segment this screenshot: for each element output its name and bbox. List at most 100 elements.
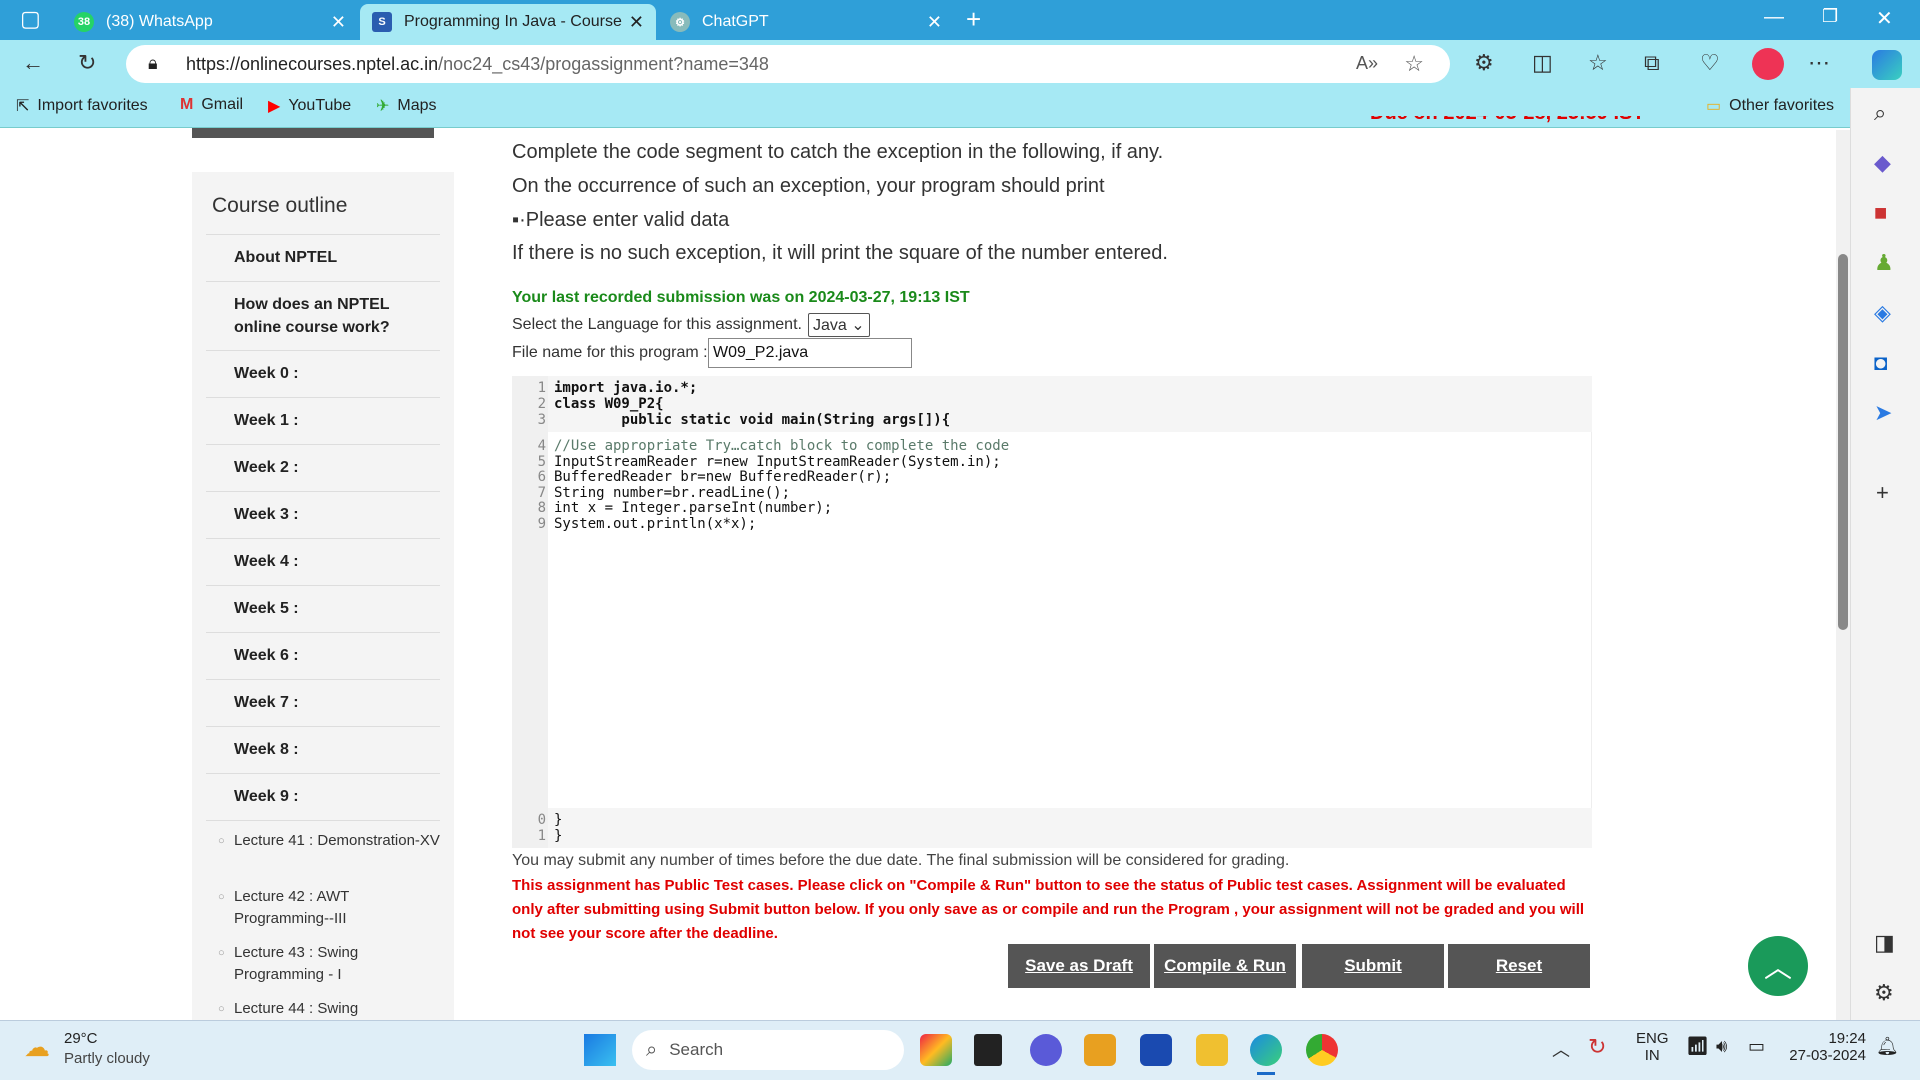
- outline-item[interactable]: Week 6 :: [206, 633, 440, 680]
- tab-whatsapp[interactable]: 38 (38) WhatsApp ✕: [62, 4, 358, 40]
- code-line: import java.io.*;: [554, 380, 698, 396]
- notification-bell-icon[interactable]: 🔔︎: [1876, 1036, 1899, 1057]
- windows-start-icon[interactable]: [584, 1034, 616, 1066]
- reset-button[interactable]: Reset: [1448, 944, 1590, 988]
- collections-icon[interactable]: ⧉: [1644, 50, 1660, 76]
- favorite-youtube[interactable]: ▶ YouTube: [268, 96, 351, 116]
- copilot-taskbar-icon[interactable]: [920, 1034, 952, 1066]
- star-icon[interactable]: ☆: [1404, 51, 1424, 77]
- lock-icon: 🔒︎: [148, 53, 158, 73]
- copilot-sidebar-icon[interactable]: ◈: [1874, 300, 1891, 326]
- favorites-icon[interactable]: ☆: [1588, 50, 1608, 76]
- outline-item[interactable]: Week 5 :: [206, 586, 440, 633]
- favorite-label: Import favorites: [37, 97, 148, 114]
- close-icon[interactable]: ✕: [927, 12, 942, 33]
- back-icon[interactable]: ←: [22, 50, 44, 76]
- compile-run-button[interactable]: Compile & Run: [1154, 944, 1296, 988]
- more-menu-icon[interactable]: ⋯: [1808, 50, 1830, 76]
- tools-icon[interactable]: ■: [1874, 200, 1887, 226]
- scrollbar-thumb[interactable]: [1838, 254, 1848, 630]
- lecture-item[interactable]: Lecture 44 : Swing: [206, 998, 440, 1020]
- tab-actions-icon[interactable]: ▢: [20, 6, 41, 32]
- code-line: InputStreamReader r=new InputStreamReade…: [554, 454, 1001, 470]
- outline-item[interactable]: Week 2 :: [206, 445, 440, 492]
- games-icon[interactable]: ♟: [1874, 250, 1894, 276]
- split-screen-icon[interactable]: ◫: [1532, 50, 1553, 76]
- outline-item[interactable]: Week 8 :: [206, 727, 440, 774]
- language-select[interactable]: Java ⌄: [807, 313, 870, 337]
- line-number: 8: [537, 500, 546, 516]
- wifi-icon[interactable]: 📶︎: [1686, 1036, 1709, 1057]
- lecture-item[interactable]: Lecture 41 : Demonstration-XV: [206, 830, 440, 852]
- minimize-icon[interactable]: —: [1764, 6, 1784, 29]
- chrome-icon[interactable]: [1306, 1034, 1338, 1066]
- lecture-item[interactable]: Lecture 43 : Swing Programming - I: [206, 942, 440, 986]
- outline-item[interactable]: Week 7 :: [206, 680, 440, 727]
- weather-icon[interactable]: ☁: [24, 1032, 50, 1063]
- favorite-label: YouTube: [288, 97, 352, 114]
- outline-item[interactable]: Week 9 :: [206, 774, 440, 821]
- address-bar[interactable]: 🔒︎ https://onlinecourses.nptel.ac.in/noc…: [126, 45, 1450, 83]
- close-icon[interactable]: ✕: [331, 12, 346, 33]
- code-line: }: [554, 812, 563, 828]
- send-icon[interactable]: ➤: [1874, 400, 1892, 426]
- shopping-icon[interactable]: ◆: [1874, 150, 1891, 176]
- extensions-icon[interactable]: ⚙: [1474, 50, 1494, 76]
- code-line: BufferedReader br=new BufferedReader(r);: [554, 469, 892, 485]
- close-window-icon[interactable]: ✕: [1876, 6, 1893, 31]
- outline-item[interactable]: Week 0 :: [206, 351, 440, 398]
- new-tab-icon[interactable]: +: [966, 4, 981, 35]
- sync-icon[interactable]: ↻: [1588, 1034, 1606, 1060]
- import-icon: ⇱: [16, 98, 30, 115]
- settings-icon[interactable]: ⚙: [1874, 980, 1894, 1006]
- restore-icon[interactable]: ❐: [1822, 6, 1838, 27]
- due-date: Due on 2024-03-28, 23:59 IST: [1370, 116, 1650, 125]
- outline-item[interactable]: Week 1 :: [206, 398, 440, 445]
- copilot-icon[interactable]: [1872, 50, 1902, 80]
- outline-title: Course outline: [212, 194, 348, 217]
- favorite-maps[interactable]: ✈ Maps: [376, 96, 437, 116]
- tab-chatgpt[interactable]: ⚙ ChatGPT ✕: [658, 4, 954, 40]
- close-icon[interactable]: ✕: [629, 12, 644, 33]
- outline-item[interactable]: How does an NPTEL online course work?: [206, 282, 440, 351]
- language-indicator[interactable]: ENG IN: [1636, 1030, 1669, 1064]
- read-aloud-icon[interactable]: A»: [1356, 53, 1378, 74]
- search-icon[interactable]: ⌕: [1874, 100, 1886, 126]
- taskbar-search[interactable]: ⌕ Search: [632, 1030, 904, 1070]
- favorite-import[interactable]: ⇱ Import favorites: [16, 96, 148, 116]
- clock[interactable]: 19:24 27-03-2024: [1780, 1030, 1866, 1064]
- hide-sidebar-icon[interactable]: ◨: [1874, 930, 1895, 956]
- other-favorites-label: Other favorites: [1729, 97, 1835, 114]
- task-view-icon[interactable]: [974, 1034, 1002, 1066]
- filename-input[interactable]: W09_P2.java: [708, 338, 912, 368]
- file-explorer-icon[interactable]: [1196, 1034, 1228, 1066]
- save-draft-button[interactable]: Save as Draft: [1008, 944, 1150, 988]
- weather-temp: 29°C: [64, 1030, 98, 1047]
- browser-essentials-icon[interactable]: ♡: [1700, 50, 1720, 76]
- add-icon[interactable]: +: [1876, 480, 1889, 506]
- favorite-gmail[interactable]: M Gmail: [180, 96, 243, 114]
- youtube-icon: ▶: [268, 98, 281, 115]
- other-favorites[interactable]: ▭ Other favorites: [1706, 96, 1834, 116]
- edge-icon[interactable]: [1250, 1034, 1282, 1066]
- chevron-up-icon[interactable]: ︿: [1552, 1036, 1570, 1062]
- tab-nptel[interactable]: S Programming In Java - Course ✕: [360, 4, 656, 40]
- battery-icon[interactable]: ▭: [1748, 1036, 1765, 1057]
- app-icon[interactable]: [1084, 1034, 1116, 1066]
- question-line: Complete the code segment to catch the e…: [512, 141, 1164, 163]
- outline-item[interactable]: Week 3 :: [206, 492, 440, 539]
- scroll-top-button[interactable]: ︿: [1748, 936, 1808, 996]
- store-icon[interactable]: [1140, 1034, 1172, 1066]
- url-host: https://onlinecourses.nptel.ac.in: [186, 53, 439, 74]
- submit-button[interactable]: Submit: [1302, 944, 1444, 988]
- line-number: 1: [537, 828, 546, 844]
- avatar[interactable]: [1752, 48, 1784, 80]
- volume-icon[interactable]: 🔊︎: [1716, 1036, 1727, 1057]
- outlook-icon[interactable]: ◘: [1874, 350, 1887, 376]
- teams-icon[interactable]: [1030, 1034, 1062, 1066]
- lecture-item[interactable]: Lecture 42 : AWT Programming--III: [206, 886, 440, 930]
- chevron-up-icon: ︿: [1763, 952, 1792, 983]
- outline-item[interactable]: Week 4 :: [206, 539, 440, 586]
- outline-item[interactable]: About NPTEL: [206, 235, 440, 282]
- refresh-icon[interactable]: ↻: [78, 50, 96, 76]
